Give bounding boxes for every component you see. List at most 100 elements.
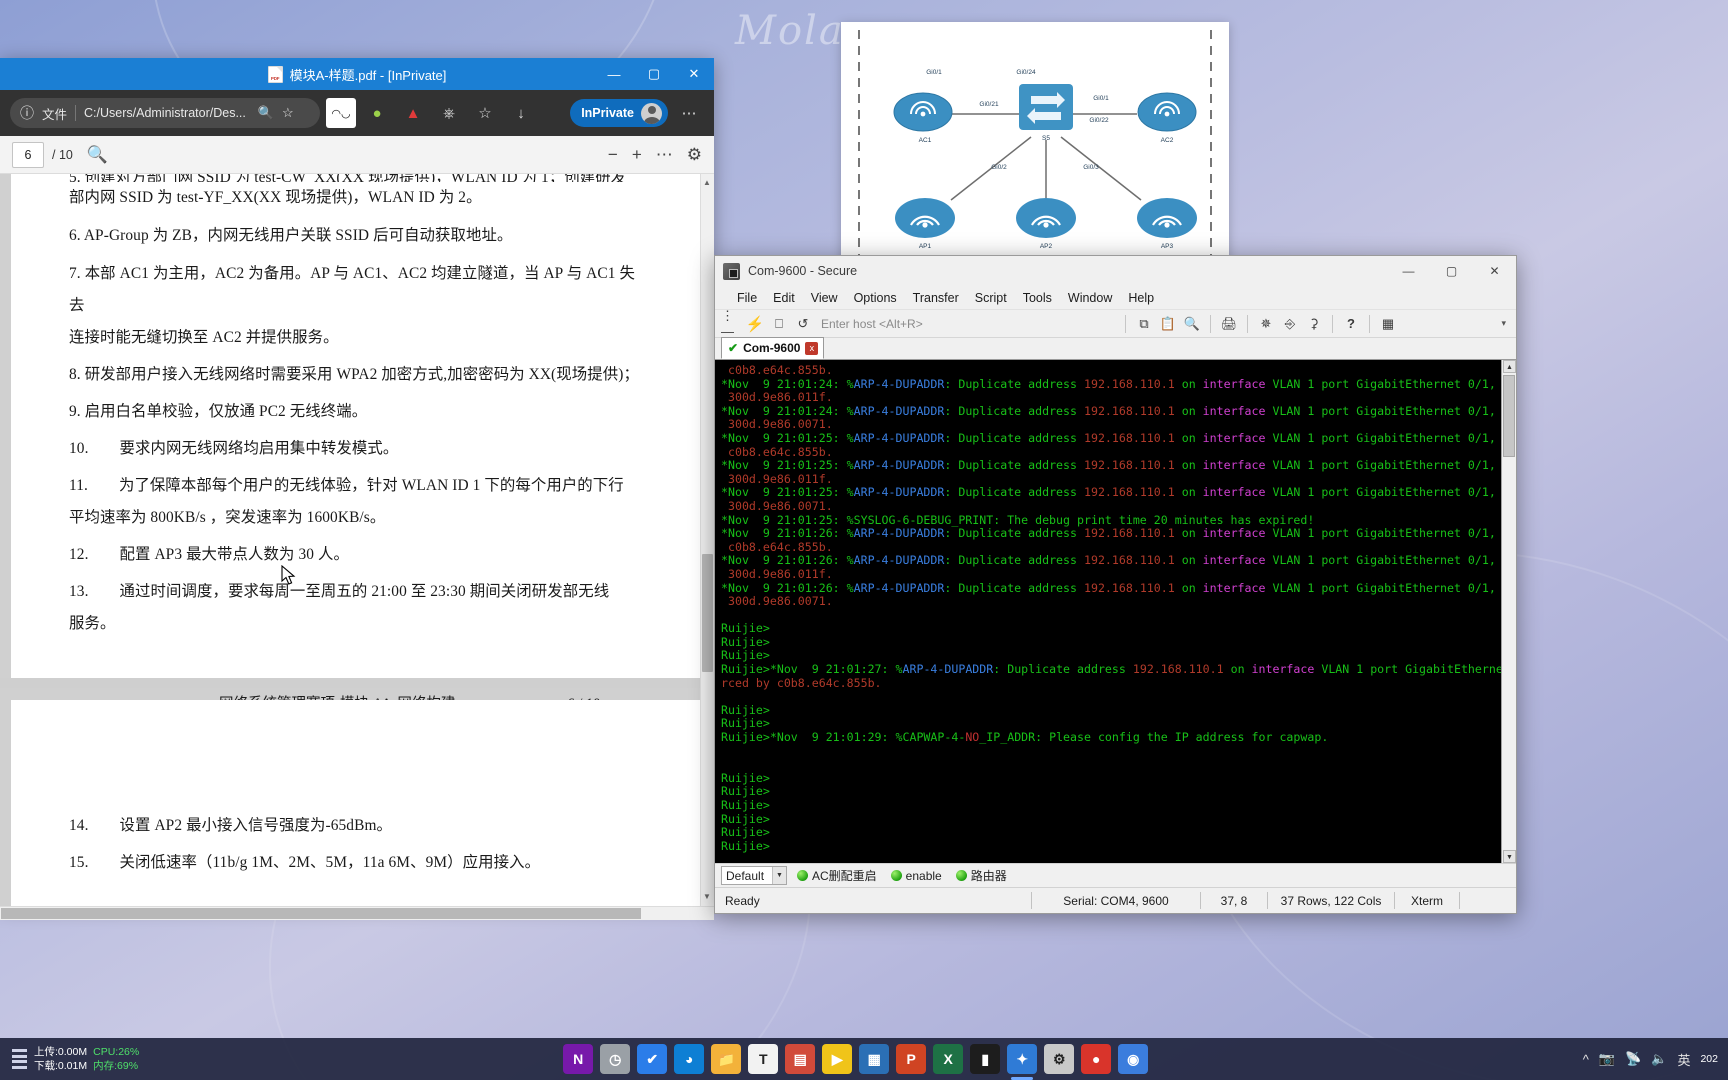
search-icon[interactable]: 🔍 xyxy=(87,145,108,165)
tray-expand-caret-icon[interactable]: ^ xyxy=(1583,1052,1589,1067)
help-icon[interactable]: ? xyxy=(1341,313,1361,335)
info-circle-icon[interactable]: ⓘ xyxy=(20,103,34,123)
menu-script[interactable]: Script xyxy=(967,287,1015,309)
copy-icon[interactable]: ⧉ xyxy=(1134,313,1154,335)
scroll-up-icon[interactable]: ▲ xyxy=(701,176,713,190)
taskbar-app-excel[interactable]: X xyxy=(933,1044,964,1074)
label-ap3: AP3 xyxy=(1161,243,1174,250)
pdf-viewport[interactable]: 5. 创建对方部门网 SSID 为 test-CW_XX(XX 现场提供)，WL… xyxy=(0,174,714,906)
crt-close-button[interactable]: ✕ xyxy=(1473,256,1516,286)
page-number-input[interactable] xyxy=(12,141,44,168)
add-favorite-icon[interactable]: ☆ xyxy=(282,105,294,121)
scroll-down-icon[interactable]: ▼ xyxy=(701,890,713,904)
reconnect-icon[interactable]: ↺ xyxy=(793,313,813,335)
taskbar-app-todo-check[interactable]: ✔ xyxy=(637,1044,668,1074)
pdf-hscroll-thumb[interactable] xyxy=(1,908,641,919)
puzzle-icon[interactable]: ⎈ xyxy=(434,98,464,128)
zoom-in-button[interactable]: + xyxy=(632,145,642,165)
menu-window[interactable]: Window xyxy=(1060,287,1120,309)
chevron-down-icon[interactable]: ▼ xyxy=(772,867,786,884)
toolbar-separator xyxy=(1332,314,1333,333)
taskbar-app-media-player[interactable]: ▶ xyxy=(822,1044,853,1074)
taskbar-app-securecrt[interactable]: ✦ xyxy=(1007,1044,1038,1080)
button-bar-select[interactable]: Default ▼ xyxy=(721,866,787,885)
taskbar-app-terminal[interactable]: ▮ xyxy=(970,1044,1001,1074)
connect-icon[interactable]: ⋮— xyxy=(721,308,741,339)
menu-file[interactable]: File xyxy=(729,287,765,309)
menu-transfer[interactable]: Transfer xyxy=(905,287,967,309)
menu-tools[interactable]: Tools xyxy=(1015,287,1060,309)
tile-icon[interactable]: ▦ xyxy=(1378,313,1398,335)
system-monitor-widget[interactable]: 上传:0.00M CPU:26% 下载:0.01M 内存:69% xyxy=(12,1045,139,1073)
pdf-scroll-thumb[interactable] xyxy=(702,554,713,672)
terminal-scrollbar[interactable]: ▲ ▼ xyxy=(1501,360,1516,863)
taskbar-app-explorer[interactable]: 📁 xyxy=(711,1044,742,1074)
toolbar-overflow-caret[interactable]: ▾ xyxy=(1501,318,1510,329)
collections-icon[interactable]: ☆ xyxy=(470,98,500,128)
menu-view[interactable]: View xyxy=(803,287,846,309)
taskbar-app-settings[interactable]: ⚙ xyxy=(1044,1044,1075,1074)
close-button[interactable]: ✕ xyxy=(674,58,714,90)
pdf-vertical-scrollbar[interactable]: ▲ ▼ xyxy=(700,174,714,906)
toolbar-separator xyxy=(1210,314,1211,333)
taskbar-app-edge[interactable]: ◕ xyxy=(674,1044,705,1074)
crt-minimize-button[interactable]: — xyxy=(1387,256,1430,286)
address-text: C:/Users/Administrator/Des... xyxy=(84,106,246,120)
more-tools-button[interactable]: ⋯ xyxy=(656,145,673,165)
taskbar-app-pdf-reader[interactable]: ▤ xyxy=(785,1044,816,1074)
crt-menubar: File Edit View Options Transfer Script T… xyxy=(715,286,1516,310)
find-icon[interactable]: 🔍 xyxy=(1182,313,1202,335)
session-button-router[interactable]: 路由器 xyxy=(952,867,1011,884)
drop-icon[interactable]: ▲ xyxy=(398,98,428,128)
host-input[interactable]: Enter host <Alt+R> xyxy=(817,317,1117,331)
volume-icon[interactable]: 🔈 xyxy=(1651,1051,1667,1067)
taskbar-app-onenote[interactable]: N xyxy=(563,1044,594,1074)
quick-connect-icon[interactable]: ⚡ xyxy=(745,313,765,335)
menu-edit[interactable]: Edit xyxy=(765,287,803,309)
more-options-icon[interactable]: ⋯ xyxy=(674,98,704,128)
zoom-in-icon[interactable]: 🔍 xyxy=(258,105,274,121)
tab-com-9600[interactable]: ✔ Com-9600 x xyxy=(721,337,825,359)
doc-line: 5. 创建对方部门网 SSID 为 test-CW_XX(XX 现场提供)，WL… xyxy=(69,174,645,182)
connect-sftp-icon[interactable]: ⎕ xyxy=(769,313,789,335)
download-icon[interactable]: ↓ xyxy=(506,98,536,128)
zoom-out-button[interactable]: − xyxy=(608,145,618,165)
maximize-button[interactable]: ▢ xyxy=(634,58,674,90)
crt-terminal-area[interactable]: c0b8.e64c.855b. *Nov 9 21:01:24: %ARP-4-D… xyxy=(715,360,1516,863)
inprivate-profile-button[interactable]: InPrivate xyxy=(570,99,668,127)
terminal-output[interactable]: c0b8.e64c.855b. *Nov 9 21:01:24: %ARP-4-D… xyxy=(715,360,1501,863)
taskbar-app-chrome[interactable]: ◉ xyxy=(1118,1044,1149,1074)
taskbar-app-ppt[interactable]: P xyxy=(896,1044,927,1074)
pdf-window-titlebar[interactable]: 模块A-样题.pdf - [InPrivate] — ▢ ✕ xyxy=(0,58,714,90)
key-icon[interactable]: ⚳ xyxy=(1304,313,1324,335)
pdf-horizontal-scrollbar[interactable] xyxy=(0,906,714,920)
taskbar-app-virtualbox[interactable]: ▦ xyxy=(859,1044,890,1074)
gear-icon[interactable]: ⚙ xyxy=(687,145,702,165)
session-button-enable[interactable]: enable xyxy=(887,869,946,883)
camera-icon[interactable]: 📷 xyxy=(1599,1051,1615,1067)
taskbar-app-recorder[interactable]: ● xyxy=(1081,1044,1112,1074)
browser-essentials-icon[interactable]: ◠◡ xyxy=(326,98,356,128)
taskbar-app-clock[interactable]: ◷ xyxy=(600,1044,631,1074)
minimize-button[interactable]: — xyxy=(594,58,634,90)
terminal-scroll-up-icon[interactable]: ▲ xyxy=(1503,360,1516,373)
taskbar-app-text-editor[interactable]: T xyxy=(748,1044,779,1074)
paste-icon[interactable]: 📋 xyxy=(1158,313,1178,335)
status-cursor-position: 37, 8 xyxy=(1220,893,1248,908)
network-icon[interactable]: 📡 xyxy=(1625,1051,1641,1067)
session-button-ac-reset[interactable]: AC删配重启 xyxy=(793,867,881,884)
menu-options[interactable]: Options xyxy=(846,287,905,309)
keymap-icon[interactable]: ⎆ xyxy=(1280,313,1300,335)
crt-maximize-button[interactable]: ▢ xyxy=(1430,256,1473,286)
menu-help[interactable]: Help xyxy=(1120,287,1162,309)
terminal-scroll-down-icon[interactable]: ▼ xyxy=(1503,850,1516,863)
clock[interactable]: 202 xyxy=(1700,1053,1718,1066)
terminal-scroll-thumb[interactable] xyxy=(1503,375,1515,457)
session-options-icon[interactable]: ✵ xyxy=(1256,313,1276,335)
address-bar[interactable]: ⓘ 文件 C:/Users/Administrator/Des... 🔍 ☆ xyxy=(10,98,320,128)
lemon-icon[interactable]: ● xyxy=(362,98,392,128)
crt-titlebar[interactable]: Com-9600 - Secure — ▢ ✕ xyxy=(715,256,1516,286)
ime-icon[interactable]: 英 xyxy=(1677,1050,1690,1069)
print-icon[interactable]: 🖨 xyxy=(1219,313,1239,335)
tab-close-icon[interactable]: x xyxy=(805,341,819,355)
